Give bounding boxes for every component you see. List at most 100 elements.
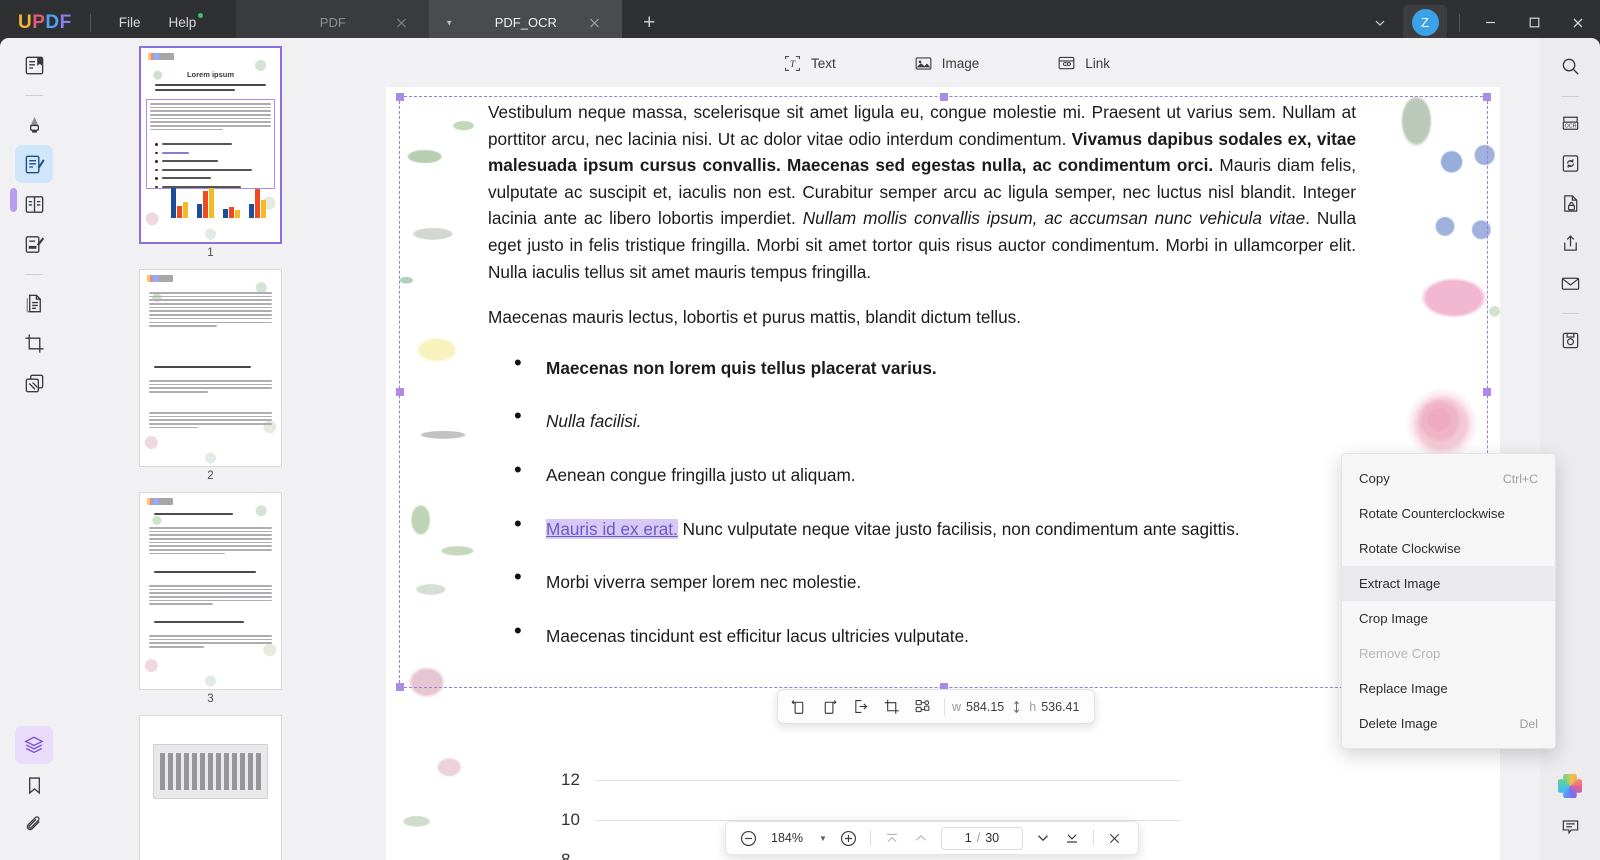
rotate-clockwise-icon[interactable] xyxy=(815,694,844,720)
close-navbar-icon[interactable] xyxy=(1102,825,1128,851)
image-icon xyxy=(914,54,933,73)
context-menu-item-crop-image-label: Crop Image xyxy=(1359,611,1428,626)
list-item-5[interactable]: Morbi viverra semper lorem nec molestie. xyxy=(514,564,1356,596)
new-tab-button[interactable]: + xyxy=(636,10,662,36)
context-menu-item-remove-crop-label: Remove Crop xyxy=(1359,646,1441,661)
paragraph-2[interactable]: Maecenas mauris lectus, lobortis et puru… xyxy=(488,304,1356,331)
tool-link[interactable]: Link xyxy=(1047,49,1120,78)
page-navigation-toolbar[interactable]: 184% ▼ 1 / 30 xyxy=(725,821,1139,855)
thumbnail-page-4-preview xyxy=(139,715,282,860)
context-menu-item-replace-image[interactable]: Replace Image xyxy=(1342,671,1555,706)
context-menu-item-rotate-counterclockwise[interactable]: Rotate Counterclockwise xyxy=(1342,496,1555,531)
search-icon[interactable] xyxy=(1552,48,1588,84)
thumbnail-page-2-number: 2 xyxy=(207,470,214,482)
thumbnail-panel[interactable]: Lorem ipsum 1 2 3 xyxy=(68,38,353,860)
sidebar-item-reader[interactable] xyxy=(15,46,53,84)
save-icon[interactable] xyxy=(1552,322,1588,358)
convert-icon[interactable] xyxy=(1552,145,1588,181)
ai-assistant-icon[interactable] xyxy=(1552,768,1588,804)
user-account-button[interactable]: Z xyxy=(1403,4,1447,41)
thumbnail-page-2[interactable]: 2 xyxy=(139,269,282,482)
sidebar-item-highlight[interactable] xyxy=(15,105,53,143)
ocr-icon[interactable]: OCR xyxy=(1552,105,1588,141)
image-width-label: w xyxy=(952,699,962,714)
right-rail-divider-1 xyxy=(1561,96,1579,97)
list-item-6[interactable]: Maecenas tincidunt est efficitur lacus u… xyxy=(514,618,1356,650)
ai-assistant-glyph-icon xyxy=(1558,774,1582,798)
context-menu-item-copy[interactable]: Copy Ctrl+C xyxy=(1342,461,1555,496)
tab-pdf-ocr-close-icon[interactable] xyxy=(587,15,602,30)
image-float-toolbar[interactable]: w 584.15 h 536.41 xyxy=(777,689,1095,724)
p1-run-4: Nullam mollis convallis ipsum, ac accums… xyxy=(802,208,1306,229)
sidebar-item-organize-pages[interactable] xyxy=(15,284,53,322)
thumbnail-page-3[interactable]: 3 xyxy=(139,492,282,705)
page-text-content[interactable]: Vestibulum neque massa, scelerisque sit … xyxy=(488,99,1356,676)
svg-text:OCR: OCR xyxy=(1564,123,1576,129)
list-item-2[interactable]: Nulla facilisi. xyxy=(514,403,1356,435)
tab-dropdown-caret-icon[interactable]: ▼ xyxy=(445,18,453,27)
thumbnail-page-1[interactable]: Lorem ipsum 1 xyxy=(139,46,282,259)
current-page-value[interactable]: 1 xyxy=(965,831,972,845)
selection-handle-bottom-left[interactable] xyxy=(396,683,404,691)
image-width-value[interactable]: 584.15 xyxy=(966,700,1004,714)
prev-page-icon[interactable] xyxy=(908,825,934,851)
zoom-dropdown-caret-icon[interactable]: ▼ xyxy=(813,834,833,843)
last-page-icon[interactable] xyxy=(1059,825,1085,851)
selection-handle-middle-left[interactable] xyxy=(396,388,404,396)
sidebar-item-thumbnails[interactable] xyxy=(15,726,53,764)
next-page-icon[interactable] xyxy=(1030,825,1056,851)
image-width-field[interactable]: w 584.15 xyxy=(952,700,1004,714)
edit-sub-toolbar: T Text Image Link xyxy=(353,38,1540,88)
tool-image[interactable]: Image xyxy=(904,49,990,78)
tab-pdf-label: PDF xyxy=(319,15,346,30)
tool-text[interactable]: T Text xyxy=(773,49,846,78)
pdf-page-canvas[interactable]: Vestibulum neque massa, scelerisque sit … xyxy=(386,87,1500,860)
page-number-input[interactable]: 1 / 30 xyxy=(940,826,1023,850)
paragraph-1[interactable]: Vestibulum neque massa, scelerisque sit … xyxy=(488,99,1356,285)
list-item-1[interactable]: Maecenas non lorem quis tellus placerat … xyxy=(514,350,1356,382)
sidebar-item-form[interactable] xyxy=(15,185,53,223)
context-menu-item-crop-image[interactable]: Crop Image xyxy=(1342,601,1555,636)
zoom-level-value[interactable]: 184% xyxy=(764,831,810,845)
menu-help[interactable]: Help xyxy=(155,9,211,36)
selection-handle-top-right[interactable] xyxy=(1483,93,1491,101)
tab-pdf-ocr-label: PDF_OCR xyxy=(494,15,557,30)
selection-handle-top-left[interactable] xyxy=(396,93,404,101)
image-height-field[interactable]: h 536.41 xyxy=(1029,700,1079,714)
sidebar-item-bookmarks[interactable] xyxy=(15,766,53,804)
tool-image-label: Image xyxy=(941,55,980,71)
selection-handle-middle-right[interactable] xyxy=(1483,388,1491,396)
zoom-out-icon[interactable] xyxy=(735,825,761,851)
context-menu-item-extract-image[interactable]: Extract Image xyxy=(1342,566,1555,601)
zoom-in-icon[interactable] xyxy=(836,825,862,851)
context-menu-item-delete-image[interactable]: Delete Image Del xyxy=(1342,706,1555,741)
extract-image-icon[interactable] xyxy=(846,694,875,720)
image-context-menu[interactable]: Copy Ctrl+C Rotate Counterclockwise Rota… xyxy=(1341,453,1556,749)
hyperlink-mauris-id-ex-erat[interactable]: Mauris id ex erat. xyxy=(546,518,678,539)
sidebar-item-crop-page[interactable] xyxy=(15,324,53,362)
first-page-icon[interactable] xyxy=(879,825,905,851)
share-icon[interactable] xyxy=(1552,225,1588,261)
list-item-4[interactable]: Mauris id ex erat. Nunc vulputate neque … xyxy=(514,511,1356,543)
thumb4-keyboard-image xyxy=(153,744,268,799)
menu-file[interactable]: File xyxy=(105,9,155,36)
titlebar-divider-2 xyxy=(1459,13,1460,32)
email-icon[interactable] xyxy=(1552,265,1588,301)
sidebar-item-batch[interactable] xyxy=(15,364,53,402)
menu-file-label: File xyxy=(118,15,141,30)
sidebar-item-edit-pdf[interactable] xyxy=(15,145,53,183)
list-item-3[interactable]: Aenean congue fringilla justo ut aliquam… xyxy=(514,457,1356,489)
replace-image-icon[interactable] xyxy=(908,694,937,720)
comment-icon[interactable] xyxy=(1552,808,1588,844)
sidebar-item-attachments[interactable] xyxy=(15,806,53,844)
rotate-counterclockwise-icon[interactable] xyxy=(784,694,813,720)
context-menu-item-rotate-clockwise[interactable]: Rotate Clockwise xyxy=(1342,531,1555,566)
link-ratio-icon[interactable] xyxy=(1006,699,1027,715)
tab-pdf-close-icon[interactable] xyxy=(394,15,409,30)
sidebar-item-sign[interactable] xyxy=(15,225,53,263)
chart-ytick-8: 8 xyxy=(561,850,571,860)
thumbnail-page-4[interactable]: 4 xyxy=(139,715,282,860)
protect-icon[interactable] xyxy=(1552,185,1588,221)
crop-image-icon[interactable] xyxy=(877,694,906,720)
image-height-value[interactable]: 536.41 xyxy=(1041,700,1079,714)
